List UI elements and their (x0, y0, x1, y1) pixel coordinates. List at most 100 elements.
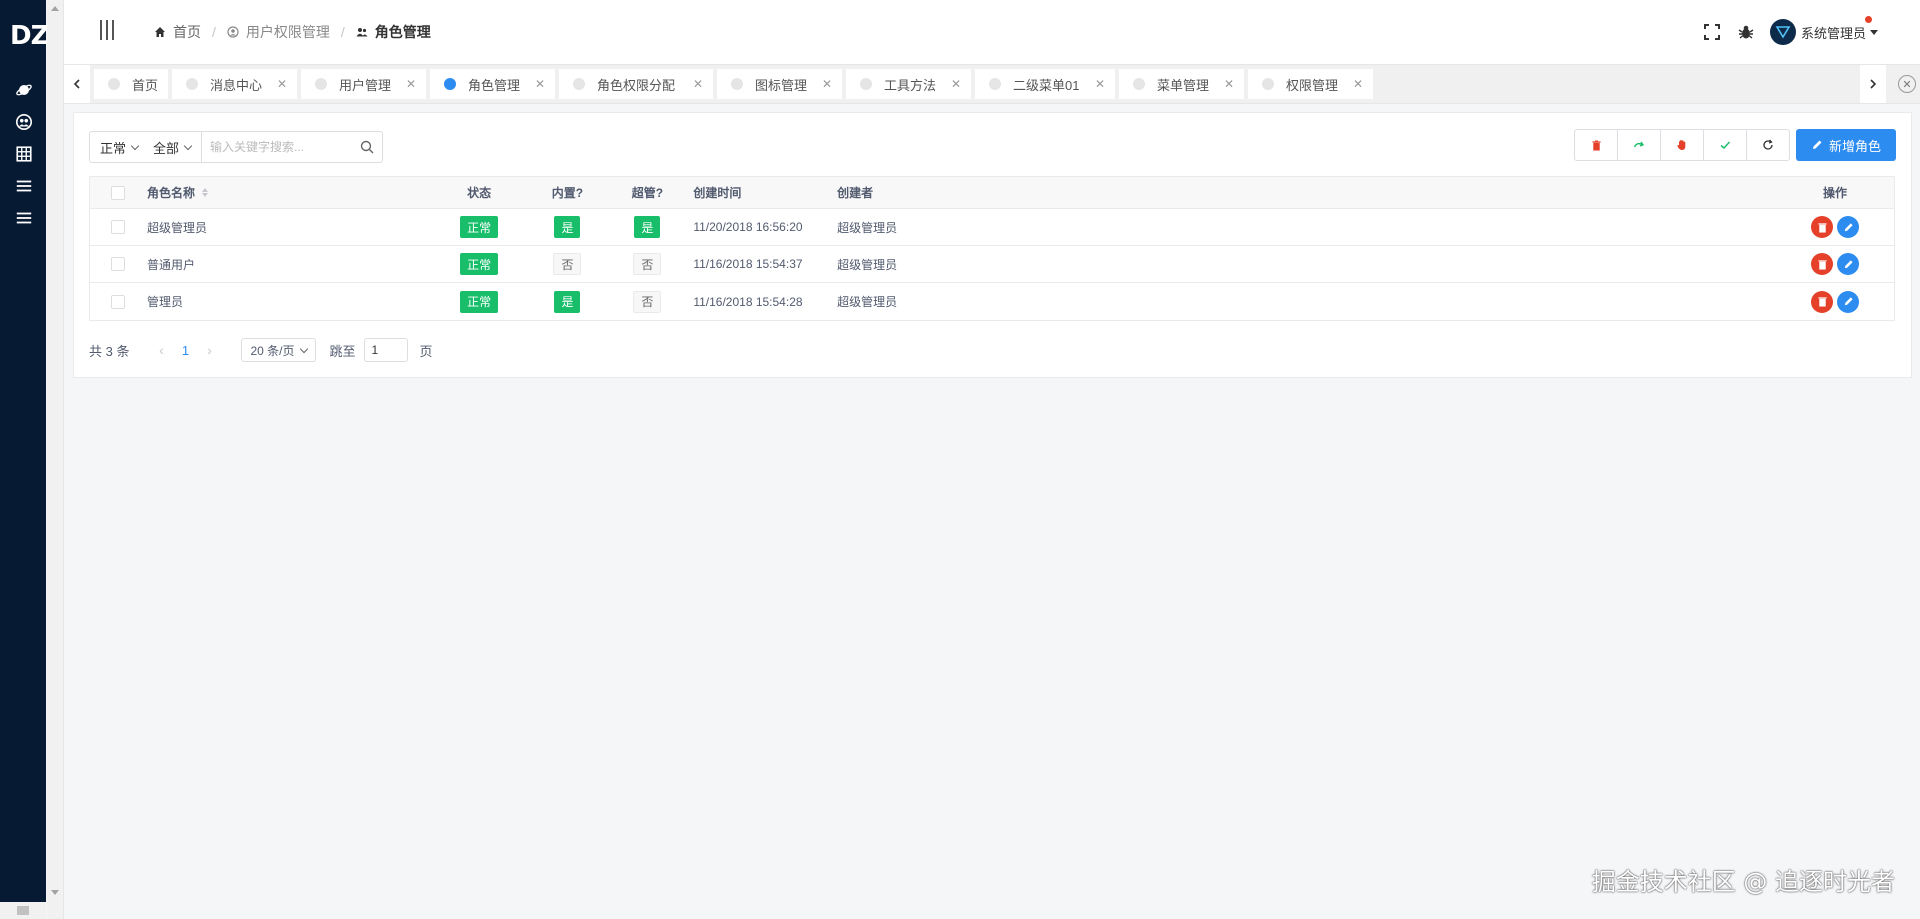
edit-row-button[interactable] (1837, 290, 1860, 313)
column-header-creator: 创建者 (837, 186, 874, 200)
breadcrumb-label: 角色管理 (374, 24, 431, 40)
table-row[interactable]: 管理员 正常 是 否 11/16/2018 15:54:28 超级管理员 (90, 283, 1894, 320)
menu-icon[interactable] (14, 176, 34, 196)
tab-item[interactable]: 首页 (94, 69, 168, 99)
tab-close-icon[interactable]: ✕ (1343, 77, 1363, 91)
watermark: 掘金技术社区 @ 追逐时光者 (1591, 868, 1895, 896)
super-cell: 否 (607, 283, 687, 320)
builtin-cell: 否 (528, 246, 608, 282)
row-select-cell (90, 283, 147, 320)
tab-item[interactable]: 二级菜单01 ✕ (975, 69, 1115, 99)
jump-page-input[interactable] (363, 338, 408, 362)
user-name[interactable]: 系统管理员 (1801, 23, 1866, 42)
tab-item[interactable]: 菜单管理 ✕ (1119, 69, 1244, 99)
fullscreen-icon[interactable] (1702, 22, 1722, 42)
scroll-thumb[interactable] (17, 906, 29, 915)
hand-stop-icon (1677, 140, 1686, 150)
redo-button[interactable] (1617, 129, 1661, 161)
search-icon[interactable] (360, 140, 374, 154)
tabs-scroll-left[interactable] (64, 65, 90, 103)
tab-label: 首页 (132, 77, 159, 93)
row-checkbox[interactable] (111, 220, 126, 234)
vertical-scrollbar[interactable] (47, 0, 64, 919)
tab-status-dot (108, 78, 120, 90)
builtin-badge: 否 (553, 253, 582, 275)
delete-row-button[interactable] (1811, 253, 1834, 275)
horizontal-scrollbar[interactable] (0, 902, 46, 919)
delete-row-button[interactable] (1811, 290, 1834, 313)
super-cell: 否 (607, 246, 687, 282)
edit-row-button[interactable] (1837, 253, 1860, 275)
user-menu[interactable]: 系统管理员 (1769, 16, 1878, 45)
page-size-select[interactable]: 20 条/页 (241, 338, 316, 362)
role-management-panel: 正常 全部 新增角色 (73, 112, 1912, 378)
row-checkbox[interactable] (111, 257, 126, 271)
prev-page-icon[interactable]: ‹ (149, 342, 173, 358)
status-filter-select[interactable]: 正常 (90, 132, 143, 162)
people-icon[interactable] (14, 112, 34, 132)
grid-icon[interactable] (14, 144, 34, 164)
tab-close-icon[interactable]: ✕ (812, 77, 832, 91)
tab-item[interactable]: 角色管理 ✕ (430, 69, 555, 99)
tab-item[interactable]: 消息中心 ✕ (172, 69, 297, 99)
breadcrumb-user-permissions[interactable]: 用户权限管理 (227, 22, 330, 42)
page-number[interactable]: 1 (173, 343, 197, 358)
edit-row-button[interactable] (1837, 216, 1860, 238)
tab-close-icon[interactable]: ✕ (1085, 77, 1105, 91)
row-checkbox[interactable] (111, 294, 126, 309)
add-role-button[interactable]: 新增角色 (1796, 129, 1896, 161)
column-header-label: 角色名称 (146, 186, 195, 200)
trash-icon (1817, 222, 1827, 233)
avatar[interactable] (1769, 19, 1796, 45)
enable-button[interactable] (1703, 129, 1747, 161)
breadcrumb-home[interactable]: 首页 (154, 22, 201, 42)
scope-filter-value: 全部 (153, 140, 180, 156)
page-size-value: 20 条/页 (250, 343, 295, 358)
tab-close-icon[interactable]: ✕ (267, 77, 287, 91)
tab-item[interactable]: 工具方法 ✕ (846, 69, 971, 99)
tab-close-icon[interactable]: ✕ (1214, 77, 1234, 91)
planet-icon[interactable] (14, 80, 34, 100)
chevron-down-icon (130, 141, 140, 150)
tab-item[interactable]: 权限管理 ✕ (1248, 69, 1373, 99)
table-row[interactable]: 超级管理员 正常 是 是 11/20/2018 16:56:20 超级管理员 (90, 209, 1894, 246)
tab-close-icon[interactable]: ✕ (941, 77, 961, 91)
close-all-tabs-icon[interactable]: ✕ (1898, 75, 1916, 93)
status-badge: 正常 (460, 253, 499, 275)
status-badge: 正常 (460, 290, 499, 313)
disable-button[interactable] (1660, 129, 1704, 161)
sort-icon[interactable] (201, 188, 208, 197)
delete-row-button[interactable] (1811, 216, 1834, 238)
scroll-down-icon[interactable] (51, 890, 59, 895)
tabs-list: 首页 消息中心 ✕ 用户管理 ✕ 角色管理 ✕ 角色权限分配 ✕ 图标管理 ✕ 工具方法 ✕ 二级菜单01… (94, 69, 1377, 99)
tab-item[interactable]: 角色权限分配 ✕ (559, 69, 713, 99)
table-row[interactable]: 普通用户 正常 否 否 11/16/2018 15:54:37 超级管理员 (90, 246, 1894, 283)
status-cell: 正常 (431, 283, 528, 320)
tab-item[interactable]: 图标管理 ✕ (717, 69, 842, 99)
menu-alt-icon[interactable] (14, 208, 34, 228)
refresh-button[interactable] (1746, 129, 1790, 161)
select-all-checkbox[interactable] (111, 185, 126, 200)
tab-close-icon[interactable]: ✕ (525, 77, 545, 91)
next-page-icon[interactable]: › (197, 342, 221, 358)
caret-down-icon[interactable] (1870, 29, 1878, 35)
delete-button[interactable] (1574, 129, 1618, 161)
tab-item[interactable]: 用户管理 ✕ (301, 69, 426, 99)
scroll-up-icon[interactable] (51, 6, 59, 11)
tab-label: 菜单管理 (1157, 77, 1210, 93)
status-cell: 正常 (431, 209, 528, 245)
column-header-name[interactable]: 角色名称 (147, 177, 431, 208)
column-header-ops: 操作 (1823, 186, 1848, 200)
search-input[interactable] (202, 132, 353, 162)
tabs-scroll-right[interactable] (1860, 65, 1886, 103)
bug-icon[interactable] (1736, 22, 1756, 42)
breadcrumb-role-management: 角色管理 (356, 22, 431, 42)
scope-filter-select[interactable]: 全部 (143, 132, 196, 162)
tab-label: 角色权限分配 (597, 77, 676, 93)
tab-close-icon[interactable]: ✕ (396, 77, 416, 91)
builtin-cell: 是 (528, 283, 608, 320)
creator-cell: 超级管理员 (837, 257, 898, 272)
ops-cell (1776, 209, 1894, 245)
collapse-sidebar-icon[interactable] (98, 20, 118, 42)
tab-close-icon[interactable]: ✕ (683, 77, 703, 91)
